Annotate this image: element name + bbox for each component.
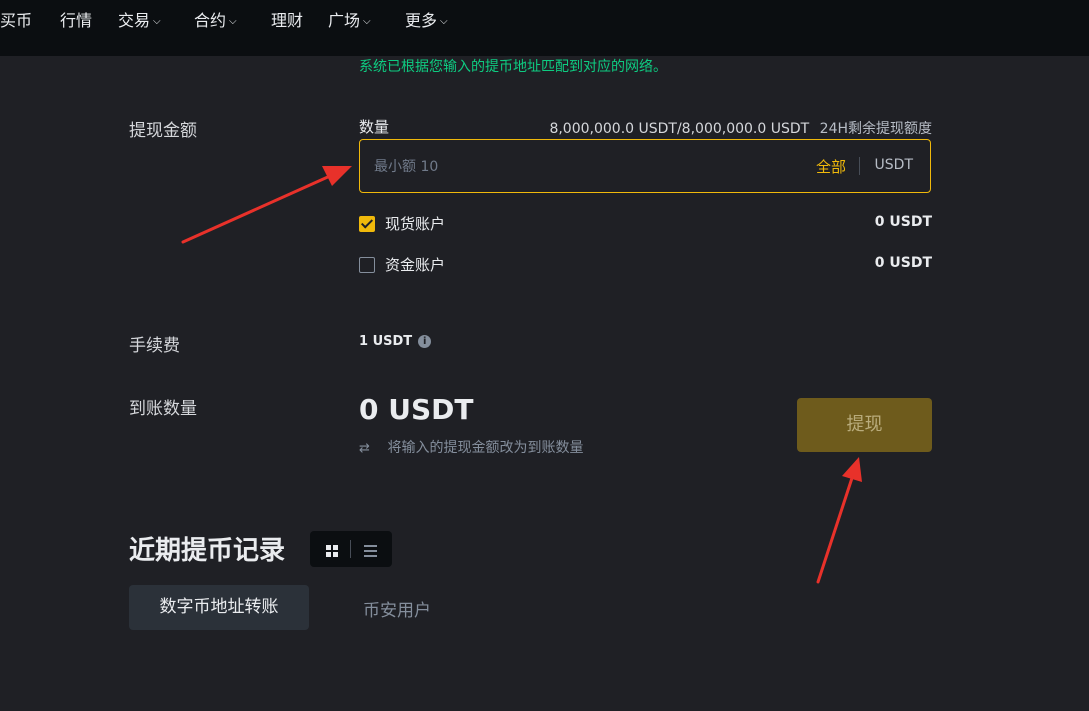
swap-input-mode[interactable]: ⇄ 将输入的提现金额改为到账数量 (359, 437, 583, 457)
amount-input-container: 全部 USDT (359, 139, 931, 194)
annotation-arrow-to-input (181, 166, 352, 244)
nav-item-label: 行情 (60, 11, 93, 30)
spot-account-checkbox[interactable] (359, 216, 375, 232)
recent-withdrawals-title: 近期提币记录 (129, 536, 286, 566)
quota-label: 24H剩余提现额度 (819, 121, 932, 137)
max-amount-button[interactable]: 全部 (816, 156, 846, 177)
tab-address-transfer[interactable]: 数字币地址转账 (129, 585, 309, 630)
spot-account-balance: 0 USDT (874, 214, 932, 230)
nav-item-label: 理财 (271, 11, 304, 30)
chevron-down-icon: ⌵ (229, 16, 237, 27)
info-icon[interactable]: i (418, 335, 432, 348)
remaining-quota: 8,000,000.0 USDT/8,000,000.0 USDT 24H剩余提… (549, 118, 932, 138)
funding-account-balance: 0 USDT (874, 255, 932, 271)
swap-text: 将输入的提现金额改为到账数量 (387, 440, 584, 456)
top-navigation: 买币 行情 交易 ⌵ 合约 ⌵ 理财 广场 ⌵ 更多 ⌵ (0, 0, 1089, 56)
grid-view-icon[interactable] (326, 545, 338, 557)
list-view-icon[interactable] (364, 545, 377, 557)
withdraw-amount-label: 提现金额 (129, 121, 197, 141)
nav-item-trade[interactable]: 交易 ⌵ (118, 0, 161, 42)
nav-item-label: 交易 (118, 11, 151, 30)
network-match-note: 系统已根据您输入的提币地址匹配到对应的网络。 (359, 59, 667, 75)
amount-unit: USDT (874, 157, 913, 173)
fee-value: 1 USDT (359, 334, 413, 349)
nav-item-label: 买币 (0, 11, 33, 30)
chevron-down-icon: ⌵ (153, 16, 161, 27)
spot-account-label: 现货账户 (385, 215, 446, 233)
swap-arrows-icon: ⇄ (359, 441, 370, 456)
amount-input[interactable] (372, 140, 776, 194)
quota-amount: 8,000,000.0 USDT/8,000,000.0 USDT (549, 121, 810, 137)
chevron-down-icon: ⌵ (363, 16, 371, 27)
view-toggle (310, 531, 392, 567)
nav-item-square[interactable]: 广场 ⌵ (328, 0, 371, 42)
nav-item-label: 更多 (405, 11, 438, 30)
tab-binance-user[interactable]: 币安用户 (363, 596, 431, 621)
nav-item-markets[interactable]: 行情 (60, 0, 92, 42)
nav-item-buy-crypto[interactable]: 买币 (0, 0, 32, 42)
funding-account-label: 资金账户 (385, 256, 446, 274)
annotation-arrow-to-withdraw-button (816, 457, 862, 584)
receive-amount-label: 到账数量 (129, 399, 197, 419)
chevron-down-icon: ⌵ (440, 16, 448, 27)
fee-label: 手续费 (129, 336, 180, 356)
divider (350, 540, 351, 558)
nav-item-label: 合约 (194, 11, 227, 30)
funding-account-checkbox[interactable] (359, 257, 375, 273)
nav-item-futures[interactable]: 合约 ⌵ (194, 0, 237, 42)
nav-item-earn[interactable]: 理财 (271, 0, 303, 42)
divider (859, 157, 860, 175)
quantity-label: 数量 (359, 118, 390, 136)
nav-item-more[interactable]: 更多 ⌵ (405, 0, 448, 42)
nav-item-label: 广场 (328, 11, 361, 30)
fee-value-row: 1 USDT i (359, 334, 432, 349)
withdraw-button[interactable]: 提现 (797, 398, 932, 452)
receive-amount: 0 USDT (359, 393, 474, 426)
